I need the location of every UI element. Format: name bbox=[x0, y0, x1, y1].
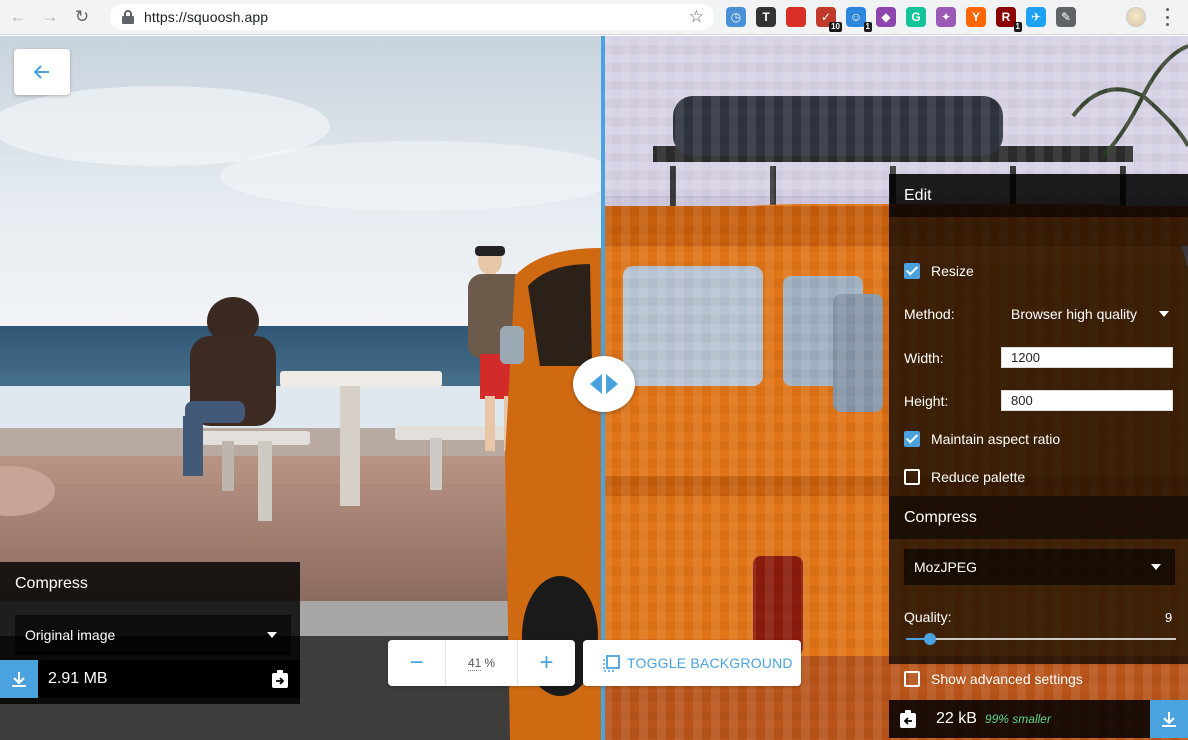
arrow-right-icon bbox=[606, 374, 618, 394]
forward-arrow-icon[interactable]: → bbox=[36, 3, 64, 31]
copy-settings-icon[interactable] bbox=[271, 669, 289, 689]
method-value: Browser high quality bbox=[1011, 306, 1138, 322]
codec-select[interactable]: MozJPEG bbox=[904, 549, 1175, 585]
size-saving: 99% smaller bbox=[984, 712, 1051, 726]
aspect-ratio-label: Maintain aspect ratio bbox=[931, 431, 1061, 447]
advanced-settings-checkbox[interactable] bbox=[904, 671, 920, 687]
chevron-down-icon bbox=[1151, 564, 1161, 570]
copy-settings-icon[interactable] bbox=[899, 709, 917, 729]
background-toggle-icon bbox=[603, 655, 620, 672]
extensions-row: ◷ T ✓ 10 ☺ 1 ◆ G ✦ Y R 1 ✈ ✎ bbox=[726, 6, 1086, 32]
left-codec-select[interactable]: Original image bbox=[15, 615, 291, 655]
color-wheel-extension-icon[interactable]: ◆ bbox=[876, 7, 896, 27]
left-download-bar: 2.91 MB bbox=[0, 660, 300, 698]
back-arrow-icon bbox=[33, 65, 49, 79]
method-label: Method: bbox=[904, 306, 955, 322]
resize-checkbox[interactable] bbox=[904, 263, 920, 279]
compressed-size: 22 kB bbox=[936, 710, 977, 727]
advanced-settings-label: Show advanced settings bbox=[931, 671, 1083, 687]
left-compress-title: Compress bbox=[15, 575, 88, 592]
browser-menu-icon[interactable] bbox=[1160, 8, 1174, 26]
toggle-background-label: TOGGLE BACKGROUND bbox=[627, 655, 793, 671]
left-codec-value: Original image bbox=[25, 627, 116, 643]
arrow-left-icon bbox=[590, 374, 602, 394]
download-icon bbox=[12, 672, 26, 687]
extension-badge: 1 bbox=[863, 22, 872, 32]
reload-icon[interactable]: ↻ bbox=[68, 3, 96, 31]
back-arrow-icon[interactable]: ← bbox=[4, 3, 32, 31]
profile-avatar[interactable] bbox=[1126, 7, 1146, 27]
zoom-value[interactable]: 41 bbox=[467, 656, 482, 671]
height-label: Height: bbox=[904, 393, 949, 409]
reduce-palette-checkbox[interactable] bbox=[904, 469, 920, 485]
lock-icon bbox=[122, 10, 134, 24]
chevron-down-icon bbox=[267, 632, 277, 638]
edit-section-title: Edit bbox=[889, 174, 1188, 217]
robot-extension-icon[interactable]: ☺ 1 bbox=[846, 7, 872, 32]
reduce-palette-row[interactable]: Reduce palette bbox=[904, 469, 1025, 485]
right-options-panel: Edit Resize Method: Browser high quality… bbox=[889, 174, 1188, 687]
unicorn-extension-icon[interactable]: ✦ bbox=[936, 7, 956, 27]
address-bar[interactable]: https://squoosh.app ☆ bbox=[110, 4, 714, 30]
reduce-palette-label: Reduce palette bbox=[931, 469, 1026, 485]
url-text[interactable]: https://squoosh.app bbox=[144, 9, 268, 25]
browser-toolbar: ← → ↻ https://squoosh.app ☆ ◷ T ✓ 10 ☺ 1 ◆ G ✦ Y R… bbox=[0, 0, 1188, 35]
t-extension-icon[interactable]: T bbox=[756, 7, 776, 27]
extension-badge: 10 bbox=[829, 22, 842, 32]
chevron-down-icon bbox=[1159, 311, 1169, 317]
divider-drag-handle[interactable] bbox=[573, 356, 635, 412]
aspect-ratio-row[interactable]: Maintain aspect ratio bbox=[904, 431, 1060, 447]
pin-extension-icon[interactable]: ✎ bbox=[1056, 7, 1076, 27]
bookmark-extension-icon[interactable] bbox=[786, 7, 806, 27]
grammarly-extension-icon[interactable]: G bbox=[906, 7, 926, 27]
resize-checkbox-row[interactable]: Resize bbox=[904, 263, 974, 279]
method-select[interactable]: Browser high quality bbox=[1001, 302, 1175, 326]
ycombinator-extension-icon[interactable]: Y bbox=[966, 7, 986, 27]
codec-value: MozJPEG bbox=[914, 559, 978, 575]
aspect-ratio-checkbox[interactable] bbox=[904, 431, 920, 447]
compress-section-title: Compress bbox=[889, 496, 1188, 539]
resize-label: Resize bbox=[931, 263, 974, 279]
quality-slider[interactable] bbox=[906, 633, 1176, 645]
clock-extension-icon[interactable]: ◷ bbox=[726, 7, 746, 27]
width-label: Width: bbox=[904, 350, 944, 366]
rocket-extension-icon[interactable]: R1 bbox=[996, 7, 1022, 32]
twitter-extension-icon[interactable]: ✈ bbox=[1026, 7, 1046, 27]
zoom-in-button[interactable]: + bbox=[518, 640, 575, 686]
quality-label: Quality: bbox=[904, 609, 952, 625]
download-icon bbox=[1162, 712, 1176, 727]
advanced-settings-row[interactable]: Show advanced settings bbox=[904, 671, 1083, 687]
bookmark-star-icon[interactable]: ☆ bbox=[689, 7, 704, 27]
todo-extension-icon[interactable]: ✓ 10 bbox=[816, 7, 842, 32]
download-compressed-button[interactable] bbox=[1150, 700, 1188, 738]
toggle-background-button[interactable]: TOGGLE BACKGROUND bbox=[583, 640, 801, 686]
original-size: 2.91 MB bbox=[48, 670, 108, 687]
zoom-level[interactable]: 41 % bbox=[445, 640, 518, 686]
zoom-out-button[interactable]: − bbox=[388, 640, 445, 686]
back-button[interactable] bbox=[14, 49, 70, 95]
extension-badge: 1 bbox=[1013, 22, 1022, 32]
zoom-control: − 41 % + bbox=[388, 640, 575, 686]
width-input[interactable]: 1200 bbox=[1001, 347, 1173, 368]
zoom-unit: % bbox=[484, 656, 496, 670]
right-download-bar: 22 kB 99% smaller bbox=[889, 700, 1188, 738]
quality-value: 9 bbox=[1165, 610, 1173, 625]
height-input[interactable]: 800 bbox=[1001, 390, 1173, 411]
download-original-button[interactable] bbox=[0, 660, 38, 698]
